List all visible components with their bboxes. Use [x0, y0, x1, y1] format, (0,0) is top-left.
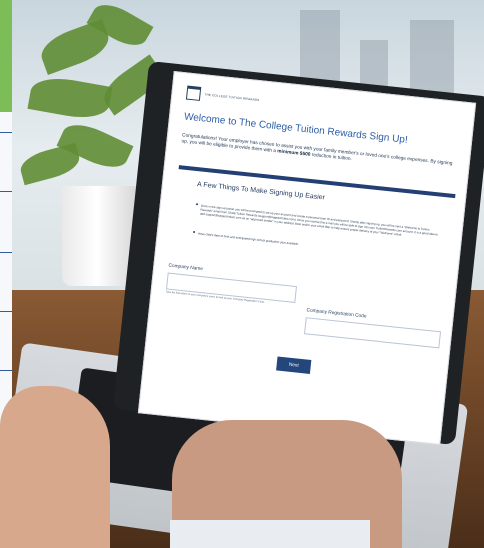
brand-logo: THE COLLEGE TUITION REWARDS: [185, 85, 260, 108]
green-accent-band: [0, 0, 12, 112]
photo-scene: THE COLLEGE TUITION REWARDS Welcome to T…: [0, 0, 484, 548]
registration-code-input[interactable]: [304, 317, 442, 349]
shirt-sleeve: [170, 520, 370, 548]
divider-line: [0, 191, 12, 192]
divider-line: [0, 370, 12, 371]
divider-line: [0, 132, 12, 133]
divider-line: [0, 311, 12, 312]
laptop-screen: THE COLLEGE TUITION REWARDS Welcome to T…: [137, 71, 477, 445]
left-hand: [0, 386, 110, 548]
company-name-label: Company Name: [168, 263, 204, 273]
next-button[interactable]: Next: [276, 356, 312, 374]
logo-text: THE COLLEGE TUITION REWARDS: [204, 92, 260, 103]
building-icon: [185, 85, 202, 101]
divider-line: [0, 252, 12, 253]
